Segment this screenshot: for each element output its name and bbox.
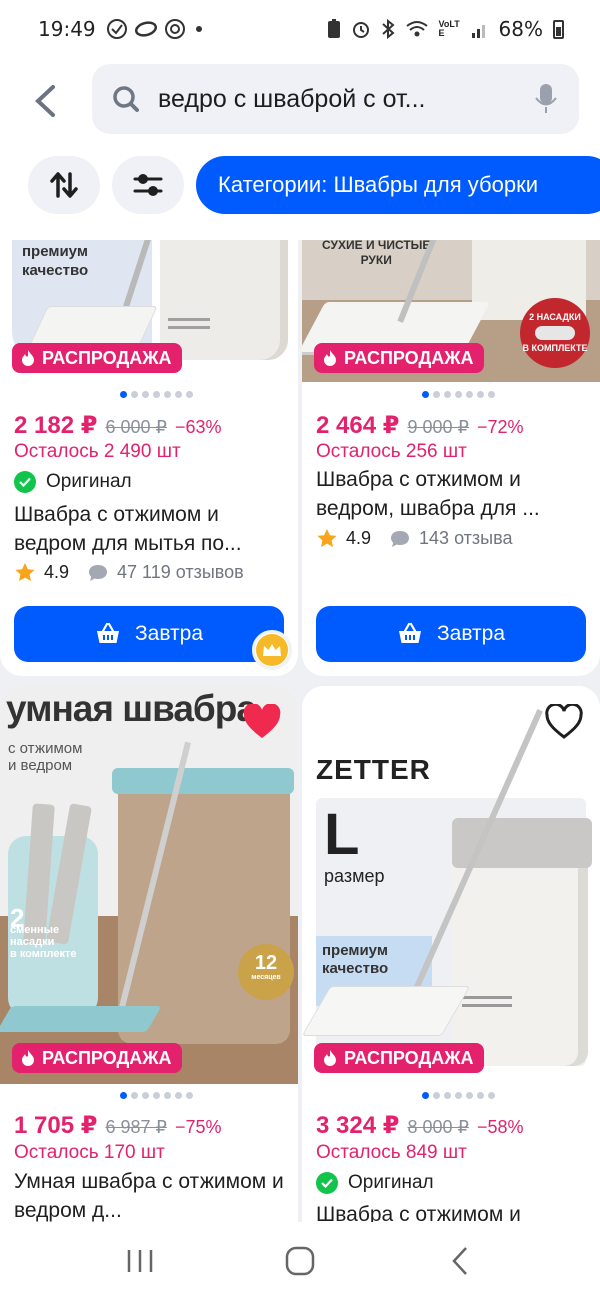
sort-arrows-icon	[50, 172, 78, 198]
search-query[interactable]: ведро с шваброй с от...	[158, 85, 533, 114]
sale-badge: РАСПРОДАЖА	[314, 343, 484, 373]
premium-crown-icon	[252, 630, 292, 670]
filter-chips: Категории: Швабры для уборки	[0, 156, 600, 214]
check-icon	[316, 1172, 338, 1194]
system-nav-bar	[0, 1222, 600, 1299]
at-icon	[164, 19, 185, 39]
volte-icon: VoLTE	[438, 19, 460, 38]
price: 3 324 ₽	[316, 1112, 400, 1139]
sale-badge: РАСПРОДАЖА	[12, 1043, 182, 1073]
home-icon	[285, 1246, 315, 1275]
product-card[interactable]: СУХИЕ И ЧИСТЫЕ РУКИ 2 НАСАДКИ В КОМПЛЕКТ…	[302, 240, 600, 676]
product-card[interactable]: умная швабра с отжимом и ведром 2 сменны…	[0, 686, 298, 1222]
check-circle-icon	[106, 19, 127, 39]
discount: −72%	[476, 417, 524, 437]
product-title[interactable]: Швабра с отжимом и ведром для мытья по..…	[14, 500, 284, 558]
home-button[interactable]	[270, 1236, 330, 1286]
old-price: 8 000 ₽	[407, 1117, 469, 1137]
ring-icon	[134, 21, 157, 37]
search-header: ведро с шваброй с от...	[0, 62, 600, 140]
back-nav-button[interactable]	[430, 1236, 490, 1286]
star-icon	[317, 529, 337, 547]
stock-left: Осталось 2 490 шт	[14, 441, 181, 462]
category-chip[interactable]: Категории: Швабры для уборки	[196, 156, 600, 214]
old-price: 6 000 ₽	[105, 417, 167, 437]
rating: 4.9 47 119 отзывов	[14, 562, 244, 583]
old-price: 6 987 ₽	[105, 1117, 167, 1137]
favorite-button[interactable]	[542, 700, 586, 744]
price: 2 182 ₽	[14, 412, 98, 439]
product-title[interactable]: Швабра с отжимом и ведром, швабра для ..…	[316, 465, 586, 523]
back-button[interactable]	[0, 66, 90, 136]
search-icon	[113, 86, 139, 112]
image-dots	[422, 1092, 495, 1099]
chevron-left-icon	[35, 85, 55, 117]
attachments-sticker: 2 НАСАДКИ В КОМПЛЕКТЕ	[520, 298, 590, 368]
search-input[interactable]: ведро с шваброй с от...	[92, 64, 579, 134]
recent-apps-icon	[127, 1249, 153, 1272]
filters-button[interactable]	[112, 156, 184, 214]
battery-saver-icon	[327, 19, 340, 38]
stock-left: Осталось 256 шт	[316, 441, 467, 462]
warranty-badge: 12 месяцев	[238, 944, 294, 1000]
price: 1 705 ₽	[14, 1112, 98, 1139]
battery-percent: 68%	[498, 17, 543, 41]
price: 2 464 ₽	[316, 412, 400, 439]
image-dots	[422, 391, 495, 398]
basket-icon	[398, 622, 421, 643]
status-time: 19:49	[38, 17, 96, 41]
basket-icon	[96, 622, 119, 643]
fire-icon	[22, 1050, 34, 1066]
image-dots	[120, 391, 193, 398]
original-label: Оригинал	[316, 1172, 434, 1194]
check-icon	[14, 471, 36, 493]
alarm-icon	[352, 22, 369, 38]
original-label: Оригинал	[14, 471, 132, 493]
product-image[interactable]: ZETTER L размер премиум качество	[302, 686, 600, 1084]
fire-icon	[324, 350, 336, 366]
product-title[interactable]: Швабра с отжимом и	[316, 1200, 586, 1222]
star-icon	[15, 563, 35, 581]
fire-icon	[324, 1050, 336, 1066]
sliders-icon	[133, 174, 163, 196]
recent-apps-button[interactable]	[110, 1236, 170, 1286]
comment-icon	[89, 564, 108, 581]
back-nav-icon	[452, 1246, 467, 1275]
bluetooth-icon	[381, 19, 395, 39]
stock-left: Осталось 170 шт	[14, 1142, 165, 1163]
wifi-icon	[405, 21, 428, 37]
discount: −75%	[174, 1117, 222, 1137]
product-image[interactable]: умная швабра с отжимом и ведром 2 сменны…	[0, 686, 298, 1084]
battery-icon	[553, 19, 564, 39]
product-grid: премиум качество РАСПРОДАЖА 2 182 ₽ 6 00…	[0, 240, 600, 1222]
add-to-cart-button[interactable]: Завтра	[14, 606, 284, 662]
product-card[interactable]: премиум качество РАСПРОДАЖА 2 182 ₽ 6 00…	[0, 240, 298, 676]
mic-icon[interactable]	[533, 82, 559, 116]
sale-badge: РАСПРОДАЖА	[12, 343, 182, 373]
product-title[interactable]: Умная швабра с отжимом и ведром д...	[14, 1167, 284, 1222]
sort-button[interactable]	[28, 156, 100, 214]
discount: −63%	[174, 417, 222, 437]
comment-icon	[391, 530, 410, 547]
image-dots	[120, 1092, 193, 1099]
favorite-button[interactable]	[240, 700, 284, 744]
fire-icon	[22, 350, 34, 366]
heart-filled-icon	[243, 704, 281, 738]
discount: −58%	[476, 1117, 524, 1137]
signal-icon	[471, 25, 485, 38]
sale-badge: РАСПРОДАЖА	[314, 1043, 484, 1073]
add-to-cart-button[interactable]: Завтра	[316, 606, 586, 662]
rating: 4.9 143 отзыва	[316, 528, 513, 549]
status-bar: 19:49 VoLTE 68%	[0, 0, 600, 58]
stock-left: Осталось 849 шт	[316, 1142, 467, 1163]
heart-outline-icon	[545, 704, 583, 739]
product-card[interactable]: ZETTER L размер премиум качество РАСПРОД…	[302, 686, 600, 1222]
old-price: 9 000 ₽	[407, 417, 469, 437]
dot-icon	[195, 26, 202, 32]
